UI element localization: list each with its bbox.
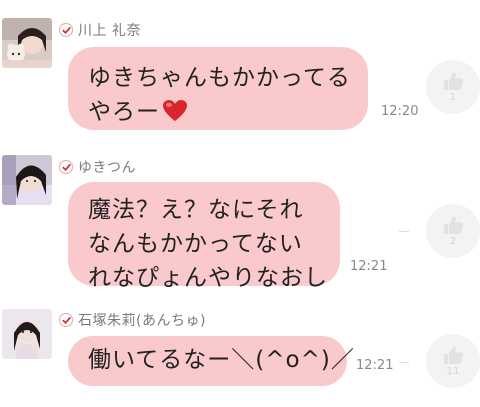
message-line: ゆきちゃんもかかってる (88, 65, 351, 91)
avatar-sender-3[interactable] (2, 309, 52, 359)
divider (399, 362, 409, 363)
sender-name[interactable]: 石塚朱莉(あんちゅ) (78, 310, 206, 330)
sender-name[interactable]: 川上 礼奈 (78, 20, 141, 40)
sender-row-2: ゆきつん (59, 157, 136, 177)
message-line-with-emoji: やろー (88, 95, 348, 133)
sender-row-1: 川上 礼奈 (59, 20, 141, 40)
divider (399, 231, 409, 232)
check-badge-icon (59, 23, 73, 37)
sender-row-3: 石塚朱莉(あんちゅ) (59, 310, 206, 330)
like-button[interactable]: 1 (426, 60, 480, 114)
message-bubble[interactable]: ゆきちゃんもかかってる やろー (68, 47, 368, 130)
message-line: 働いてるなー＼(^o^)／ (88, 347, 355, 373)
red-heart-icon (162, 99, 188, 133)
check-badge-icon (59, 160, 73, 174)
chat-timeline: 川上 礼奈 ゆきちゃんもかかってる やろー 12:20 1 ゆきつん 魔法？え？… (0, 0, 480, 407)
thumbs-up-icon (444, 72, 464, 90)
message-line: れなぴょんやりなおし (88, 265, 328, 291)
like-button[interactable]: 2 (426, 204, 480, 258)
message-line: なんもかかってない (88, 231, 303, 257)
message-time: 12:21 (350, 259, 388, 274)
like-count: 11 (446, 366, 460, 377)
like-count: 2 (449, 236, 457, 247)
avatar-sender-1[interactable] (2, 18, 52, 68)
message-time: 12:21 (356, 358, 394, 373)
message-bubble[interactable]: 魔法？え？なにそれ なんもかかってない れなぴょんやりなおし (68, 182, 340, 291)
sender-name[interactable]: ゆきつん (78, 157, 136, 177)
message-line: やろー (88, 99, 160, 125)
avatar-sender-2[interactable] (2, 155, 52, 205)
check-badge-icon (59, 313, 73, 327)
message-line: 魔法？え？なにそれ (88, 197, 304, 223)
like-button[interactable]: 11 (426, 334, 480, 388)
like-count: 1 (449, 92, 457, 103)
thumbs-up-icon (444, 216, 464, 234)
message-time: 12:20 (381, 104, 419, 119)
message-bubble[interactable]: 働いてるなー＼(^o^)／ (68, 336, 355, 386)
thumbs-up-icon (444, 346, 464, 364)
